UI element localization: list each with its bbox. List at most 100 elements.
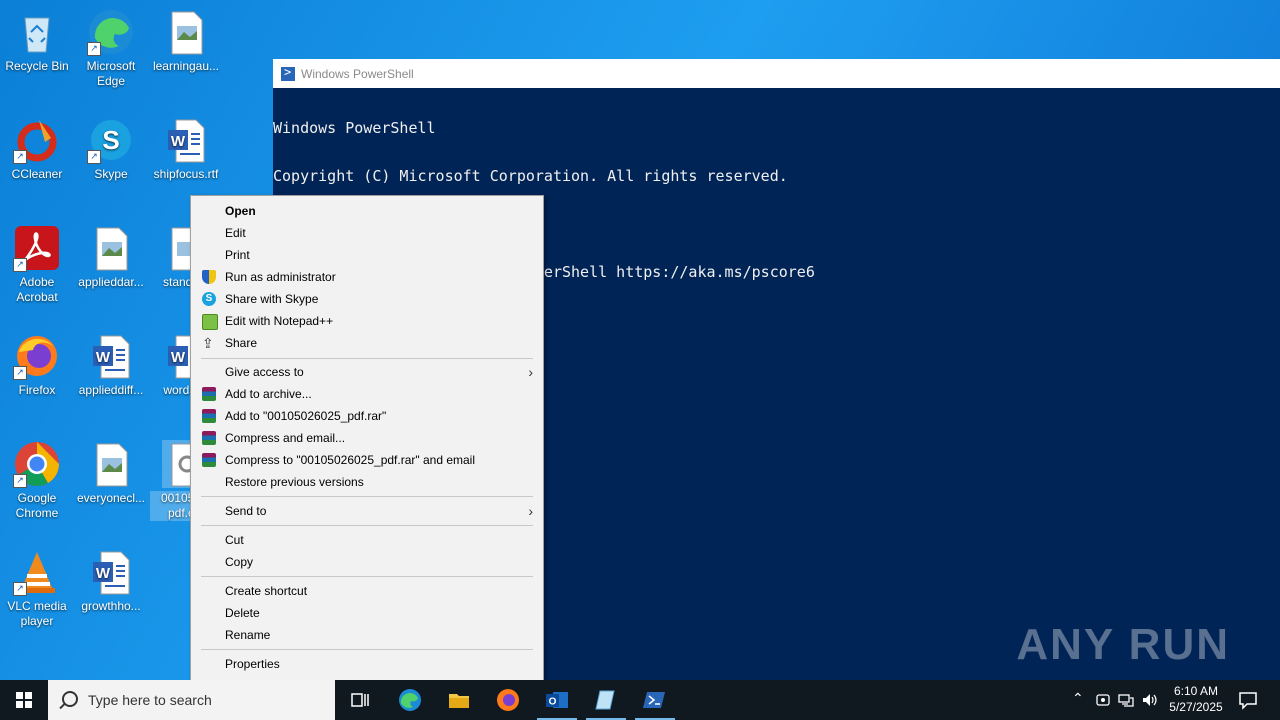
anyrun-watermark: ANY RUN bbox=[1016, 620, 1230, 669]
powershell-icon bbox=[281, 65, 295, 81]
menu-item-send-to[interactable]: Send to › bbox=[191, 500, 543, 522]
window-title: Windows PowerShell bbox=[301, 66, 414, 81]
desktop-icon-everyonecl[interactable]: everyonecl... bbox=[75, 440, 147, 506]
outlook-icon: O bbox=[546, 692, 568, 708]
svg-text:W: W bbox=[171, 349, 186, 366]
console-line: Windows PowerShell bbox=[273, 119, 436, 137]
desktop-icon-vlc[interactable]: ↗ VLC media player bbox=[1, 548, 73, 629]
uac-shield-icon bbox=[202, 270, 216, 284]
image-file-icon bbox=[162, 8, 210, 56]
desktop-icon-edge[interactable]: ↗ Microsoft Edge bbox=[75, 8, 147, 89]
menu-item-edit[interactable]: Edit bbox=[191, 222, 543, 244]
desktop-icon-acrobat[interactable]: ↗ Adobe Acrobat bbox=[1, 224, 73, 305]
share-icon: ⇪ bbox=[202, 335, 214, 351]
menu-item-create-shortcut[interactable]: Create shortcut bbox=[191, 580, 543, 602]
windows-logo-icon bbox=[16, 692, 32, 708]
svg-text:W: W bbox=[96, 349, 111, 366]
taskbar-powershell[interactable] bbox=[631, 680, 679, 720]
menu-item-copy[interactable]: Copy bbox=[191, 551, 543, 573]
taskbar-file-explorer[interactable] bbox=[435, 680, 483, 720]
menu-item-print[interactable]: Print bbox=[191, 244, 543, 266]
menu-item-share[interactable]: ⇪ Share bbox=[191, 332, 543, 354]
network-icon[interactable] bbox=[1118, 692, 1134, 708]
taskbar-firefox[interactable] bbox=[484, 680, 532, 720]
menu-separator bbox=[201, 358, 533, 359]
svg-text:W: W bbox=[96, 565, 111, 582]
image-file-icon bbox=[87, 440, 135, 488]
menu-separator bbox=[201, 525, 533, 526]
menu-item-restore-previous-versions[interactable]: Restore previous versions bbox=[191, 471, 543, 493]
menu-item-open[interactable]: Open bbox=[191, 200, 543, 222]
chevron-right-icon: › bbox=[528, 364, 533, 380]
svg-text:O: O bbox=[549, 697, 557, 708]
menu-separator bbox=[201, 576, 533, 577]
menu-item-properties[interactable]: Properties bbox=[191, 653, 543, 675]
vlc-icon: ↗ bbox=[13, 548, 61, 596]
firefox-icon: ↗ bbox=[13, 332, 61, 380]
ccleaner-icon: ↗ bbox=[13, 116, 61, 164]
search-icon bbox=[62, 691, 78, 707]
taskbar-edge[interactable] bbox=[386, 680, 434, 720]
menu-item-add-to-archive[interactable]: Add to archive... bbox=[191, 383, 543, 405]
notification-center-icon[interactable] bbox=[1236, 688, 1260, 712]
word-doc-icon: W bbox=[87, 548, 135, 596]
menu-item-rename[interactable]: Rename bbox=[191, 624, 543, 646]
menu-item-compress-to-rar-and-email[interactable]: Compress to "00105026025_pdf.rar" and em… bbox=[191, 449, 543, 471]
winrar-icon bbox=[202, 409, 216, 423]
task-view-button[interactable] bbox=[336, 680, 384, 720]
console-line: Copyright (C) Microsoft Corporation. All… bbox=[273, 167, 788, 185]
skype-icon: S bbox=[202, 292, 216, 306]
folder-icon bbox=[449, 694, 469, 708]
word-doc-icon: W bbox=[87, 332, 135, 380]
show-hidden-icons-chevron-up-icon[interactable]: ⌃ bbox=[1072, 690, 1084, 707]
word-doc-icon: W bbox=[162, 116, 210, 164]
recycle-bin-icon bbox=[13, 8, 61, 56]
desktop-icon-applieddiff[interactable]: W applieddiff... bbox=[75, 332, 147, 398]
menu-item-delete[interactable]: Delete bbox=[191, 602, 543, 624]
desktop-icon-shipfocus[interactable]: W shipfocus.rtf bbox=[150, 116, 222, 182]
desktop-icon-applieddar[interactable]: applieddar... bbox=[75, 224, 147, 290]
menu-item-give-access-to[interactable]: Give access to › bbox=[191, 361, 543, 383]
meet-now-icon[interactable] bbox=[1095, 692, 1111, 708]
taskbar: Type here to search O ⌃ 6:10 AM 5/27/202… bbox=[0, 680, 1280, 720]
menu-item-compress-and-email[interactable]: Compress and email... bbox=[191, 427, 543, 449]
desktop-icon-recycle-bin[interactable]: Recycle Bin bbox=[1, 8, 73, 74]
menu-separator bbox=[201, 649, 533, 650]
powershell-icon bbox=[643, 692, 665, 708]
taskbar-clock[interactable]: 6:10 AM 5/27/2025 bbox=[1160, 683, 1232, 715]
clock-date: 5/27/2025 bbox=[1169, 700, 1223, 714]
notepad-icon bbox=[595, 690, 615, 710]
firefox-icon bbox=[497, 689, 519, 711]
winrar-icon bbox=[202, 387, 216, 401]
desktop-icon-ccleaner[interactable]: ↗ CCleaner bbox=[1, 116, 73, 182]
desktop-icon-firefox[interactable]: ↗ Firefox bbox=[1, 332, 73, 398]
taskbar-search-box[interactable]: Type here to search bbox=[48, 680, 335, 720]
chevron-right-icon: › bbox=[528, 503, 533, 519]
menu-item-cut[interactable]: Cut bbox=[191, 529, 543, 551]
winrar-icon bbox=[202, 431, 216, 445]
edge-icon bbox=[399, 689, 421, 711]
desktop-icon-growthho[interactable]: W growthho... bbox=[75, 548, 147, 614]
menu-item-edit-with-notepadpp[interactable]: Edit with Notepad++ bbox=[191, 310, 543, 332]
taskbar-notepad[interactable] bbox=[582, 680, 630, 720]
image-file-icon bbox=[87, 224, 135, 272]
menu-item-add-to-rar[interactable]: Add to "00105026025_pdf.rar" bbox=[191, 405, 543, 427]
powershell-titlebar[interactable]: Windows PowerShell bbox=[273, 59, 1280, 88]
menu-separator bbox=[201, 496, 533, 497]
task-view-icon bbox=[351, 693, 369, 707]
volume-icon[interactable] bbox=[1141, 692, 1157, 708]
taskbar-outlook[interactable]: O bbox=[533, 680, 581, 720]
search-placeholder: Type here to search bbox=[88, 692, 212, 708]
start-button[interactable] bbox=[0, 680, 48, 720]
clock-time: 6:10 AM bbox=[1173, 684, 1219, 698]
winrar-icon bbox=[202, 453, 216, 467]
svg-text:S: S bbox=[102, 125, 119, 155]
desktop-icon-skype[interactable]: S ↗ Skype bbox=[75, 116, 147, 182]
menu-item-share-with-skype[interactable]: S Share with Skype bbox=[191, 288, 543, 310]
desktop-icon-learningau[interactable]: learningau... bbox=[150, 8, 222, 74]
menu-item-run-as-administrator[interactable]: Run as administrator bbox=[191, 266, 543, 288]
desktop-icon-chrome[interactable]: ↗ Google Chrome bbox=[1, 440, 73, 521]
notepadpp-icon bbox=[202, 314, 218, 330]
acrobat-icon: ↗ bbox=[13, 224, 61, 272]
edge-icon: ↗ bbox=[87, 8, 135, 56]
